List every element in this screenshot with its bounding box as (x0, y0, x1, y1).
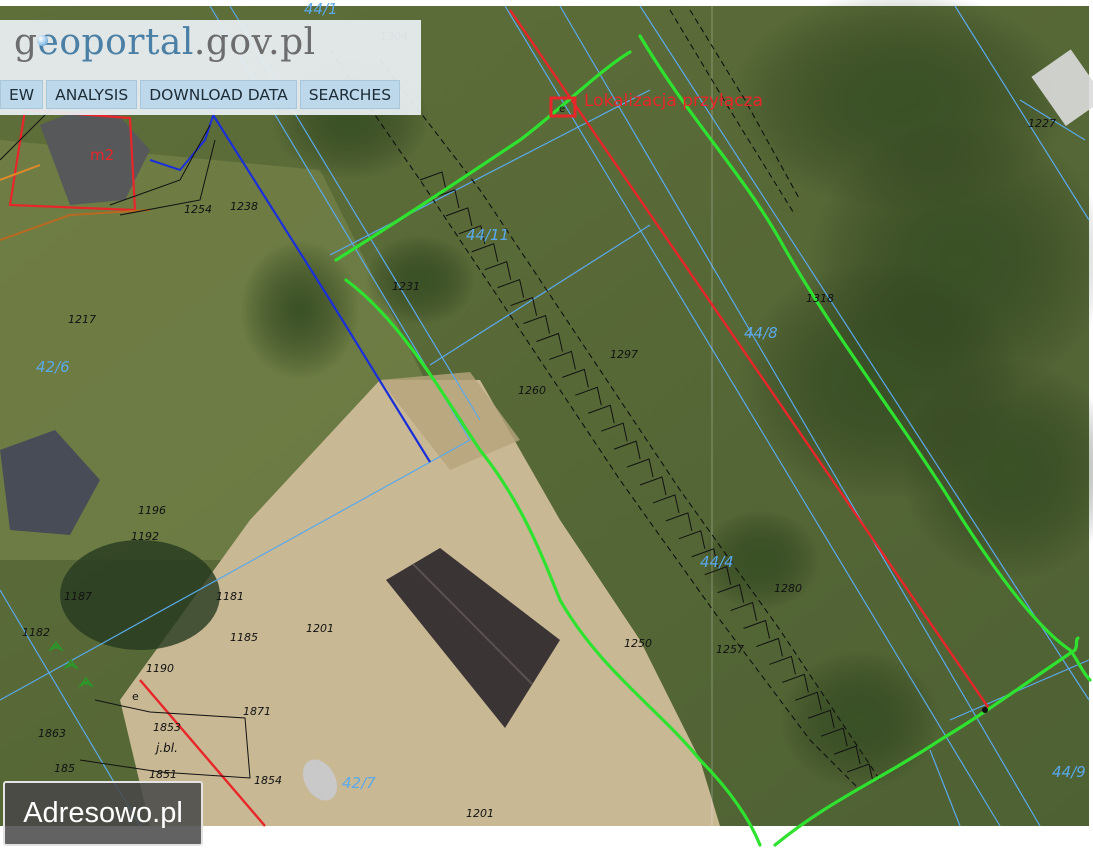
logo-word: eoportal (37, 22, 194, 63)
height-label: 1318 (806, 292, 834, 305)
parcel-id: 44/1 (304, 0, 338, 18)
height-label: 1217 (68, 313, 96, 326)
height-label: 1190 (146, 662, 174, 675)
logo-domain: .gov.pl (193, 22, 316, 63)
height-label: 185 (54, 762, 75, 775)
height-label: 1250 (624, 637, 652, 650)
height-label: 1854 (254, 774, 282, 787)
parcel-id: 44/4 (700, 553, 734, 571)
height-label: 1280 (774, 582, 802, 595)
height-label: 1871 (243, 705, 271, 718)
adresowo-watermark: Adresowo.pl (3, 781, 203, 846)
parcel-id: 44/11 (466, 226, 509, 244)
geoportal-panel: geoportal.gov.pl EW ANALYSIS DOWNLOAD DA… (0, 20, 421, 115)
logo-letter: g (14, 22, 38, 63)
height-label: 1863 (38, 727, 66, 740)
connection-label: Lokalizacja przyłącza (584, 91, 763, 111)
globe-icon (37, 35, 48, 46)
menu-download-data-button[interactable]: DOWNLOAD DATA (140, 80, 297, 109)
menu-view-button[interactable]: EW (0, 80, 44, 109)
geoportal-logo[interactable]: geoportal.gov.pl (14, 22, 316, 63)
height-label: 1254 (184, 203, 212, 216)
aerial-map[interactable]: e Lokalizacja przyłącza m2 44/11 44/8 44… (0, 0, 1093, 849)
height-label: 1297 (610, 348, 638, 361)
height-label: 1257 (716, 643, 744, 656)
height-label: 1187 (64, 590, 92, 603)
height-label: 1238 (230, 200, 258, 213)
height-label: 1851 (149, 768, 177, 781)
block-symbol: j.bl. (154, 741, 178, 755)
menu-analysis-button[interactable]: ANALYSIS (46, 80, 138, 109)
parcel-id: 42/6 (36, 358, 70, 376)
parcel-id: 42/7 (342, 774, 376, 792)
menu-searches-button[interactable]: SEARCHES (299, 80, 401, 109)
height-label: 1196 (138, 504, 166, 517)
height-label: 1227 (1028, 117, 1056, 130)
parcel-id: 44/8 (744, 324, 778, 342)
height-label: 1192 (131, 530, 159, 543)
height-label: 1182 (22, 626, 50, 639)
parcel-id: 44/9 (1052, 763, 1086, 781)
height-label: 1260 (518, 384, 546, 397)
connection-symbol: e (559, 104, 565, 115)
height-label: 1853 (153, 721, 181, 734)
height-label: 1201 (306, 622, 334, 635)
height-label: 1231 (392, 280, 420, 293)
building-label: m2 (90, 146, 114, 164)
connection-symbol: e (132, 690, 139, 703)
height-label: 1185 (230, 631, 258, 644)
height-label: 1201 (466, 807, 494, 820)
height-label: 1181 (216, 590, 244, 603)
geoportal-menu: EW ANALYSIS DOWNLOAD DATA SEARCHES (0, 80, 401, 109)
